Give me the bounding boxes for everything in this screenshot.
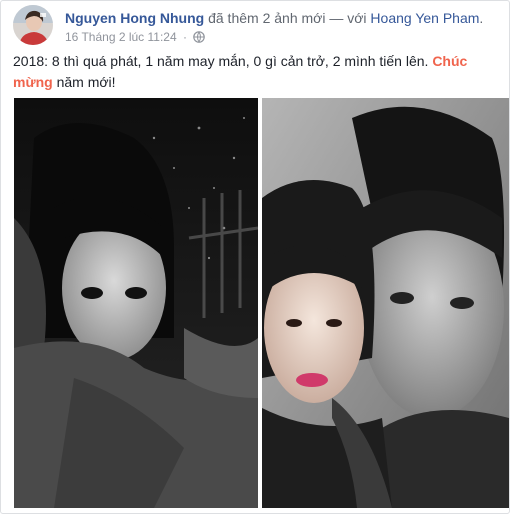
- action-text: đã thêm 2 ảnh mới: [208, 10, 326, 26]
- post-text: 2018: 8 thì quá phát, 1 năm may mắn, 0 g…: [13, 51, 499, 93]
- photo-right[interactable]: [262, 98, 509, 508]
- post-meta: 16 Tháng 2 lúc 11:24 ·: [65, 29, 206, 47]
- post-header: Nguyen Hong Nhung đã thêm 2 ảnh mới — vớ…: [13, 5, 503, 47]
- post-text-main: 2018: 8 thì quá phát, 1 năm may mắn, 0 g…: [13, 53, 429, 69]
- tagged-user-link[interactable]: Hoang Yen Pham: [370, 10, 479, 26]
- avatar[interactable]: [13, 5, 53, 45]
- with-text: — với: [329, 10, 367, 26]
- post-text-end: năm mới!: [56, 74, 116, 90]
- author-link[interactable]: Nguyen Hong Nhung: [65, 10, 204, 26]
- photo-left[interactable]: [14, 98, 258, 508]
- timestamp-link[interactable]: 16 Tháng 2 lúc 11:24: [65, 30, 177, 44]
- period-text: .: [479, 10, 484, 26]
- post-title-line: Nguyen Hong Nhung đã thêm 2 ảnh mới — vớ…: [65, 9, 483, 27]
- globe-icon[interactable]: [193, 31, 206, 47]
- post-card: Nguyen Hong Nhung đã thêm 2 ảnh mới — vớ…: [0, 0, 510, 514]
- meta-separator: ·: [183, 30, 187, 44]
